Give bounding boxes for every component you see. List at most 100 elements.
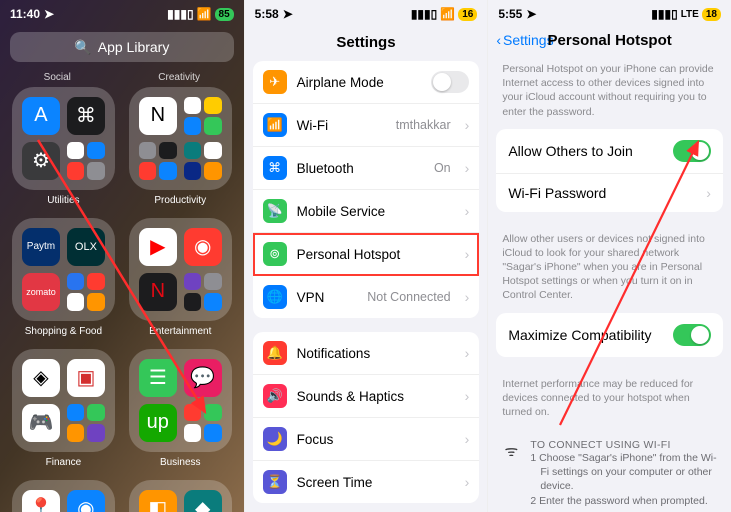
app-icon[interactable]: Paytm <box>22 228 60 266</box>
wifi-instructions-head: TO CONNECT USING WI-FI <box>530 439 717 451</box>
wifi-symbol-icon: ᯤ <box>502 439 520 461</box>
app-icon[interactable]: ⚙ <box>22 142 60 180</box>
row-wifi-password[interactable]: Wi-Fi Password › <box>496 174 723 212</box>
sound-icon: 🔊 <box>263 384 287 408</box>
folder-more[interactable] <box>67 142 105 180</box>
allow-others-toggle[interactable] <box>673 140 711 162</box>
status-time: 5:55 <box>498 7 522 21</box>
app-icon[interactable]: ◈ <box>22 359 60 397</box>
chevron-right-icon: › <box>465 246 470 262</box>
search-label: App Library <box>98 39 170 55</box>
location-icon: ➤ <box>526 7 536 21</box>
vpn-icon: 🌐 <box>263 285 287 309</box>
folder-more[interactable] <box>184 273 222 311</box>
maxcompat-help-text: Internet performance may be reduced for … <box>488 371 731 430</box>
row-sounds[interactable]: 🔊 Sounds & Haptics › <box>253 375 480 418</box>
folder-more[interactable] <box>139 142 177 180</box>
app-icon[interactable]: ☰ <box>139 359 177 397</box>
folder-more[interactable] <box>67 273 105 311</box>
battery-pill: 16 <box>458 8 477 21</box>
wifi-settings-icon: 📶 <box>263 113 287 137</box>
row-wifi[interactable]: 📶 Wi-Fi tmthakkar › <box>253 104 480 147</box>
folder-label: Utilities <box>12 195 115 206</box>
row-bluetooth[interactable]: ⌘ Bluetooth On › <box>253 147 480 190</box>
status-time: 5:58 <box>255 7 279 21</box>
bluetooth-icon: ⌘ <box>263 156 287 180</box>
app-icon[interactable]: zomato <box>22 273 60 311</box>
row-maximize-compat[interactable]: Maximize Compatibility <box>496 313 723 357</box>
hotspot-group-compat: Maximize Compatibility <box>496 313 723 357</box>
row-vpn[interactable]: 🌐 VPN Not Connected › <box>253 276 480 318</box>
moon-icon: 🌙 <box>263 427 287 451</box>
antenna-icon: 📡 <box>263 199 287 223</box>
row-notifications[interactable]: 🔔 Notifications › <box>253 332 480 375</box>
row-allow-others[interactable]: Allow Others to Join <box>496 129 723 174</box>
app-library-search[interactable]: 🔍 App Library <box>10 32 234 62</box>
folder-more[interactable] <box>184 142 222 180</box>
app-icon[interactable]: 💬 <box>184 359 222 397</box>
bell-icon: 🔔 <box>263 341 287 365</box>
wifi-icon: 📶 <box>440 7 455 21</box>
folder-utilities[interactable]: A ⌘ ⚙ Utilities <box>12 87 115 190</box>
allow-help-text: Allow other users or devices not signed … <box>488 226 731 313</box>
status-bar: 5:55 ➤ ▮▮▮▯ LTE 18 <box>488 0 731 28</box>
chevron-right-icon: › <box>465 117 470 133</box>
chevron-right-icon: › <box>706 185 711 201</box>
app-icon[interactable]: ▶ <box>139 228 177 266</box>
folder-label: Entertainment <box>129 326 232 337</box>
folder-extra-1[interactable]: 📍 ◉ M <box>12 480 115 512</box>
app-icon[interactable]: A <box>22 97 60 135</box>
folder-more[interactable] <box>67 404 105 442</box>
folder-more[interactable] <box>184 404 222 442</box>
connect-instructions: ᯤ TO CONNECT USING WI-FI 1 Choose "Sagar… <box>488 429 731 512</box>
network-type: LTE <box>681 9 699 20</box>
battery-pill: 85 <box>215 8 234 21</box>
phone-app-library: 11:40 ➤ ▮▮▮▯ 📶 85 🔍 App Library Social C… <box>0 0 244 512</box>
app-icon[interactable]: 🎮 <box>22 404 60 442</box>
phone-personal-hotspot: 5:55 ➤ ▮▮▮▯ LTE 18 ‹ Settings Personal H… <box>487 0 731 512</box>
app-icon[interactable]: ◉ <box>184 228 222 266</box>
app-folder-grid: A ⌘ ⚙ Utilities N Productivity Paytm OLX <box>0 87 244 512</box>
back-button[interactable]: ‹ Settings <box>496 32 553 48</box>
folder-finance[interactable]: ◈ ▣ 🎮 Finance <box>12 349 115 452</box>
app-icon[interactable]: ⌘ <box>67 97 105 135</box>
row-airplane-mode[interactable]: ✈ Airplane Mode <box>253 61 480 104</box>
folder-extra-2[interactable]: ◧ ◆ ● <box>129 480 232 512</box>
row-mobile-service[interactable]: 📡 Mobile Service › <box>253 190 480 233</box>
settings-group-network: ✈ Airplane Mode 📶 Wi-Fi tmthakkar › ⌘ Bl… <box>253 61 480 318</box>
top-category-labels: Social Creativity <box>0 72 244 83</box>
status-bar: 5:58 ➤ ▮▮▮▯ 📶 16 <box>245 0 488 28</box>
status-time: 11:40 <box>10 7 40 21</box>
app-icon[interactable]: OLX <box>67 228 105 266</box>
chevron-right-icon: › <box>465 388 470 404</box>
folder-business[interactable]: ☰ 💬 up Business <box>129 349 232 452</box>
location-icon: ➤ <box>44 7 54 21</box>
folder-shopping-food[interactable]: Paytm OLX zomato Shopping & Food <box>12 218 115 321</box>
status-bar: 11:40 ➤ ▮▮▮▯ 📶 85 <box>0 0 244 28</box>
row-focus[interactable]: 🌙 Focus › <box>253 418 480 461</box>
nav-header: ‹ Settings Personal Hotspot <box>488 28 731 56</box>
folder-label: Business <box>129 457 232 468</box>
app-icon[interactable]: ◧ <box>139 490 177 512</box>
folder-more[interactable] <box>184 97 222 135</box>
airplane-toggle[interactable] <box>431 71 469 93</box>
folder-entertainment[interactable]: ▶ ◉ N Entertainment <box>129 218 232 321</box>
folder-label: Shopping & Food <box>12 326 115 337</box>
hotspot-intro: Personal Hotspot on your iPhone can prov… <box>488 56 731 129</box>
search-icon: 🔍 <box>74 39 91 56</box>
app-icon[interactable]: N <box>139 273 177 311</box>
app-icon[interactable]: 📍 <box>22 490 60 512</box>
app-icon[interactable]: ◆ <box>184 490 222 512</box>
row-screentime[interactable]: ⏳ Screen Time › <box>253 461 480 503</box>
app-icon[interactable]: N <box>139 97 177 135</box>
folder-productivity[interactable]: N Productivity <box>129 87 232 190</box>
app-icon[interactable]: ◉ <box>67 490 105 512</box>
timer-icon: ⏳ <box>263 470 287 494</box>
app-icon[interactable]: up <box>139 404 177 442</box>
app-icon[interactable]: ▣ <box>67 359 105 397</box>
row-personal-hotspot[interactable]: ⊚ Personal Hotspot › <box>253 233 480 276</box>
maximize-compat-toggle[interactable] <box>673 324 711 346</box>
hotspot-icon: ⊚ <box>263 242 287 266</box>
location-icon: ➤ <box>283 7 293 21</box>
battery-pill: 18 <box>702 8 721 21</box>
